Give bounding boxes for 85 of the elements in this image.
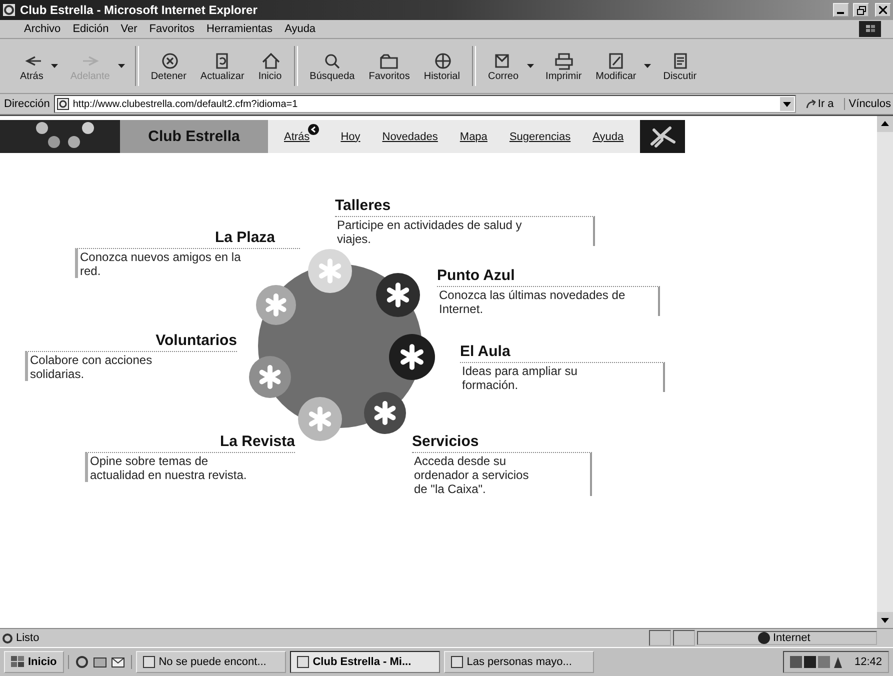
desktop-icon[interactable] — [92, 655, 107, 669]
start-button[interactable]: Inicio — [4, 651, 64, 673]
toolbar-button[interactable]: Modificar — [590, 48, 642, 84]
close-icon — [879, 6, 887, 14]
toolbar-button[interactable]: Discutir — [657, 48, 703, 84]
section-description: Conozca las últimas novedades de Internet. — [437, 286, 660, 316]
asterisk-ball-icon — [364, 392, 406, 434]
status-panel — [649, 630, 671, 646]
section-description: Colabore con acciones solidarias. — [25, 351, 237, 381]
dropdown-arrow-icon[interactable] — [526, 64, 534, 68]
section-link[interactable]: Punto Azul — [437, 267, 660, 284]
scroll-down-icon[interactable] — [877, 612, 893, 628]
asterisk-ball-icon — [389, 334, 435, 380]
section-link[interactable]: Voluntarios — [25, 332, 237, 349]
restore-icon — [856, 6, 866, 14]
window-icon — [450, 656, 463, 668]
taskbar-button[interactable]: Las personas mayo... — [444, 651, 594, 673]
menu-item[interactable]: Edición — [72, 23, 109, 35]
close-button[interactable] — [875, 3, 891, 17]
go-button[interactable]: Ir a — [800, 98, 840, 110]
nav-link[interactable]: Hoy — [340, 130, 360, 142]
status-panel — [673, 630, 695, 646]
menu-item[interactable]: Ayuda — [284, 23, 316, 35]
toolbar-button[interactable]: Inicio — [252, 48, 288, 84]
asterisk-ball-icon — [298, 397, 342, 441]
nav-link[interactable]: Ayuda — [592, 130, 624, 142]
site-title: Club Estrella — [120, 120, 268, 153]
section-description: Participe en actividades de salud y viajes. — [335, 216, 595, 246]
asterisk-ball-icon — [308, 249, 352, 293]
toolbar-button[interactable]: Detener — [144, 48, 192, 84]
section-description: Ideas para ampliar su formación. — [460, 362, 665, 392]
taskbar-button[interactable]: No se puede encont... — [136, 651, 286, 673]
scrollbar[interactable] — [877, 116, 893, 628]
section-description: Conozca nuevos amigos en la red. — [75, 248, 300, 278]
back-circle-icon — [308, 124, 319, 135]
status-text: Listo — [2, 632, 40, 644]
bank-logo-icon — [640, 120, 685, 153]
section-link[interactable]: El Aula — [460, 343, 665, 360]
address-label: Dirección — [4, 98, 50, 110]
page-icon — [2, 632, 13, 644]
asterisk-ball-icon — [256, 285, 296, 325]
links-button[interactable]: Vínculos — [844, 98, 891, 110]
globe-icon — [758, 632, 770, 644]
nav-link[interactable]: Sugerencias — [509, 130, 571, 142]
menu-item[interactable]: Ver — [120, 23, 138, 35]
window-title: Club Estrella - Microsoft Internet Explorer — [20, 3, 258, 17]
toolbar-button[interactable]: Búsqueda — [304, 48, 361, 84]
section-description: Opine sobre temas de actualidad en nuestra revista. — [85, 452, 295, 482]
zone-indicator: Internet — [697, 631, 877, 645]
go-arrow-icon — [806, 99, 816, 109]
windows-logo-icon — [11, 656, 25, 668]
menu-item[interactable]: Favoritos — [149, 23, 195, 35]
asterisk-ball-icon — [249, 356, 291, 398]
section-description: Acceda desde su ordenador a servicios de "la Caixa". — [412, 452, 592, 496]
browser-icon[interactable] — [74, 655, 89, 669]
menu-item[interactable]: Herramientas — [206, 23, 273, 35]
section-link[interactable]: La Revista — [85, 433, 295, 450]
minimize-button[interactable] — [833, 3, 849, 17]
clock: 12:42 — [854, 656, 882, 668]
nav-link[interactable]: Novedades — [382, 130, 438, 142]
dropdown-arrow-icon[interactable] — [51, 64, 58, 68]
taskbar-button[interactable]: Club Estrella - Mi... — [290, 651, 440, 673]
nav-link[interactable]: Mapa — [460, 130, 488, 142]
dropdown-arrow-icon[interactable] — [644, 64, 652, 68]
toolbar-button[interactable]: Historial — [418, 48, 466, 84]
printer-icon — [552, 50, 575, 70]
page-icon — [56, 98, 69, 110]
toolbar-button[interactable]: Imprimir — [540, 48, 588, 84]
toolbar-button[interactable]: Correo — [482, 48, 525, 84]
restore-button[interactable] — [853, 3, 869, 17]
asterisk-ball-icon — [376, 273, 420, 317]
address-field[interactable]: http://www.clubestrella.com/default2.cfm?idioma=1 — [54, 95, 796, 113]
nav-link[interactable]: Atrás — [284, 130, 310, 142]
section-link[interactable]: Talleres — [335, 197, 595, 214]
mail-icon[interactable] — [110, 655, 125, 669]
section-link[interactable]: La Plaza — [75, 229, 300, 246]
browser-icon — [2, 3, 16, 17]
scroll-up-icon[interactable] — [877, 116, 893, 132]
window-icon — [296, 656, 309, 668]
menu-item[interactable]: Archivo — [24, 23, 61, 35]
toolbar-button[interactable]: Actualizar — [194, 48, 250, 84]
window-icon — [142, 656, 155, 668]
toolbar-button[interactable]: Atrás — [14, 48, 50, 84]
toolbar-button[interactable]: Favoritos — [362, 48, 416, 84]
section-link[interactable]: Servicios — [412, 433, 592, 450]
